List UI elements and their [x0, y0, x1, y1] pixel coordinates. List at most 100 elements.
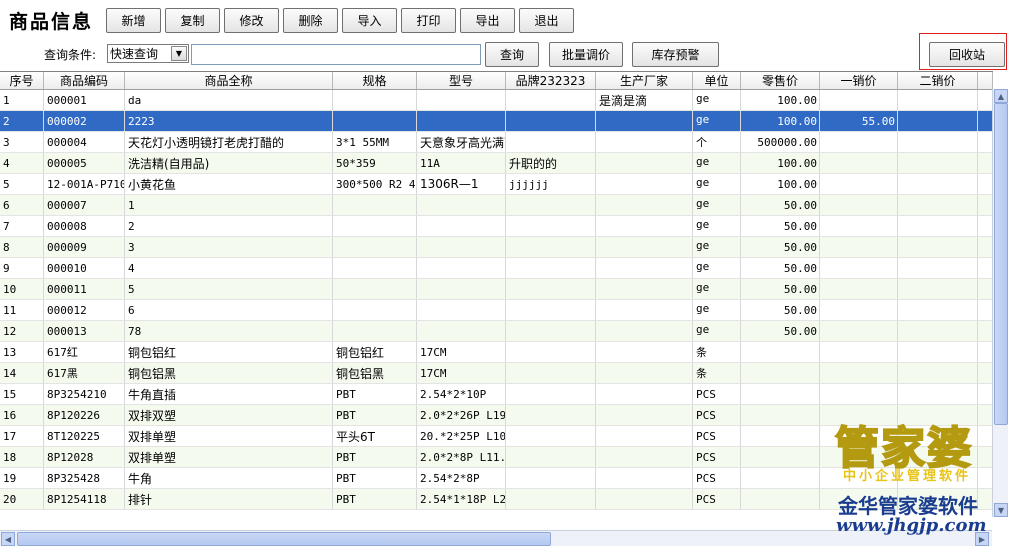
cell-full-name: 6: [125, 300, 333, 320]
cell-model: [417, 216, 506, 236]
export-button[interactable]: 导出: [460, 8, 515, 33]
cell-seq: 4: [0, 153, 44, 173]
cell-code: 000008: [44, 216, 125, 236]
column-header-full-name[interactable]: 商品全称: [125, 72, 333, 89]
cell-brand: [506, 132, 596, 152]
horizontal-scroll-thumb[interactable]: [17, 532, 551, 546]
search-input[interactable]: [191, 44, 481, 65]
cell-filler: [978, 195, 993, 215]
column-header-spec[interactable]: 规格: [333, 72, 417, 89]
cell-brand: 升职的的: [506, 153, 596, 173]
cell-model: [417, 300, 506, 320]
cell-model: [417, 111, 506, 131]
cell-price-2: [898, 342, 978, 362]
vertical-scroll-thumb[interactable]: [994, 103, 1008, 425]
cell-spec: 3*1 55MM: [333, 132, 417, 152]
cell-seq: 2: [0, 111, 44, 131]
chevron-down-icon[interactable]: ▼: [171, 46, 187, 61]
cell-brand: [506, 405, 596, 425]
column-header-price-1[interactable]: 一销价: [820, 72, 898, 89]
table-row[interactable]: 1 000001 da 是滴是滴 ge 100.00: [0, 90, 993, 111]
arrow-left-icon[interactable]: ◀: [1, 532, 15, 546]
import-button[interactable]: 导入: [342, 8, 397, 33]
column-header-unit[interactable]: 单位: [693, 72, 741, 89]
cell-spec: [333, 279, 417, 299]
table-row[interactable]: 2 000002 2223 ge 100.00 55.00: [0, 111, 993, 132]
column-header-maker[interactable]: 生产厂家: [596, 72, 693, 89]
cell-spec: PBT: [333, 405, 417, 425]
cell-filler: [978, 363, 993, 383]
cell-model: [417, 258, 506, 278]
cell-brand: [506, 279, 596, 299]
cell-spec: 平头6T: [333, 426, 417, 446]
page-title: 商品信息: [9, 11, 94, 33]
cell-retail-price: [741, 468, 820, 488]
cell-price-1: [820, 90, 898, 110]
cell-spec: [333, 321, 417, 341]
cell-retail-price: [741, 447, 820, 467]
cell-code: 8P3254210: [44, 384, 125, 404]
cell-seq: 11: [0, 300, 44, 320]
column-header-retail-price[interactable]: 零售价: [741, 72, 820, 89]
table-row[interactable]: 13 617红 铜包铝红 铜包铝红 17CM 条: [0, 342, 993, 363]
table-row[interactable]: 6 000007 1 ge 50.00: [0, 195, 993, 216]
cell-full-name: 铜包铝红: [125, 342, 333, 362]
cell-model: 17CM: [417, 342, 506, 362]
table-row[interactable]: 8 000009 3 ge 50.00: [0, 237, 993, 258]
batch-price-button[interactable]: 批量调价: [549, 42, 623, 67]
column-header-brand[interactable]: 品牌232323: [506, 72, 596, 89]
arrow-up-icon[interactable]: ▲: [994, 89, 1008, 103]
column-header-model[interactable]: 型号: [417, 72, 506, 89]
cell-full-name: 铜包铝黑: [125, 363, 333, 383]
query-mode-select[interactable]: 快速查询 ▼: [107, 44, 189, 63]
copy-button[interactable]: 复制: [165, 8, 220, 33]
cell-model: 2.54*2*8P: [417, 468, 506, 488]
cell-seq: 17: [0, 426, 44, 446]
cell-price-1: [820, 153, 898, 173]
cell-spec: PBT: [333, 447, 417, 467]
cell-model: 2.54*2*10P: [417, 384, 506, 404]
cell-retail-price: [741, 363, 820, 383]
cell-spec: [333, 300, 417, 320]
table-row[interactable]: 15 8P3254210 牛角直插 PBT 2.54*2*10P PCS: [0, 384, 993, 405]
search-button[interactable]: 查询: [485, 42, 539, 67]
table-row[interactable]: 14 617黑 铜包铝黑 铜包铝黑 17CM 条: [0, 363, 993, 384]
recycle-bin-button[interactable]: 回收站: [929, 42, 1005, 67]
cell-code: 8P12028: [44, 447, 125, 467]
table-row[interactable]: 4 000005 洗洁精(自用品) 50*359 11A 升职的的 ge 100.00: [0, 153, 993, 174]
cell-model: 17CM: [417, 363, 506, 383]
exit-button[interactable]: 退出: [519, 8, 574, 33]
cell-maker: [596, 153, 693, 173]
cell-unit: ge: [693, 216, 741, 236]
cell-full-name: 2: [125, 216, 333, 236]
table-row[interactable]: 3000004天花灯小透明镜打老虎打醋的3*1 55MM天意象牙高光满面 个500…: [0, 132, 993, 153]
table-row[interactable]: 11 000012 6 ge 50.00: [0, 300, 993, 321]
cell-code: 000004: [44, 132, 125, 152]
add-button[interactable]: 新增: [106, 8, 161, 33]
print-button[interactable]: 打印: [401, 8, 456, 33]
edit-button[interactable]: 修改: [224, 8, 279, 33]
cell-seq: 6: [0, 195, 44, 215]
table-row[interactable]: 512-001A-P710小黄花鱼300*500 R2 45m1306R—1jj…: [0, 174, 993, 195]
stock-alert-button[interactable]: 库存预警: [632, 42, 719, 67]
cell-unit: PCS: [693, 384, 741, 404]
table-row[interactable]: 12 000013 78 ge 50.00: [0, 321, 993, 342]
cell-code: 000005: [44, 153, 125, 173]
cell-full-name: 双排双塑: [125, 405, 333, 425]
delete-button[interactable]: 删除: [283, 8, 338, 33]
cell-unit: ge: [693, 237, 741, 257]
table-row[interactable]: 10 000011 5 ge 50.00: [0, 279, 993, 300]
cell-full-name: 洗洁精(自用品): [125, 153, 333, 173]
table-row[interactable]: 9 000010 4 ge 50.00: [0, 258, 993, 279]
cell-retail-price: [741, 489, 820, 509]
cell-seq: 7: [0, 216, 44, 236]
column-header-code[interactable]: 商品编码: [44, 72, 125, 89]
column-header-price-2[interactable]: 二销价: [898, 72, 978, 89]
table-row[interactable]: 7 000008 2 ge 50.00: [0, 216, 993, 237]
cell-model: 2.0*2*8P L11.2: [417, 447, 506, 467]
cell-model: [417, 195, 506, 215]
cell-seq: 3: [0, 132, 44, 152]
cell-model: [417, 279, 506, 299]
column-header-seq[interactable]: 序号: [0, 72, 44, 89]
cell-unit: ge: [693, 195, 741, 215]
